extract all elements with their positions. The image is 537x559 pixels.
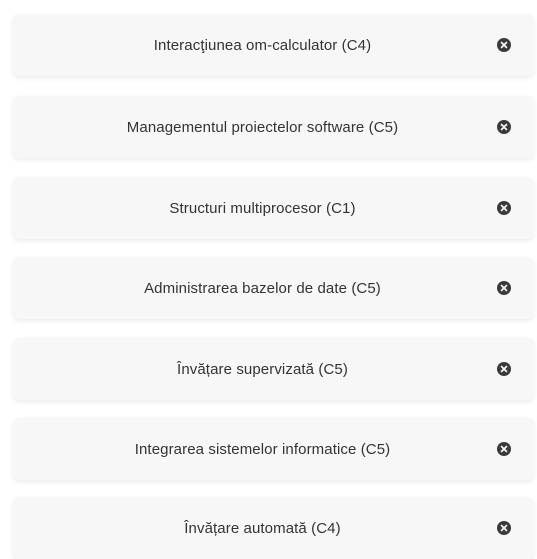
course-list: Interacţiunea om-calculator (C4) Managem… — [0, 0, 537, 559]
course-item: Învățare supervizată (C5) — [13, 338, 534, 400]
close-circle-icon[interactable] — [497, 38, 511, 52]
course-item: Integrarea sistemelor informatice (C5) — [13, 418, 534, 480]
close-circle-icon[interactable] — [497, 120, 511, 134]
close-circle-icon[interactable] — [497, 201, 511, 215]
course-label: Structuri multiprocesor (C1) — [169, 199, 356, 217]
course-item: Învățare automată (C4) — [13, 497, 534, 559]
course-item: Managementul proiectelor software (C5) — [13, 96, 534, 158]
course-item: Interacţiunea om-calculator (C4) — [13, 14, 534, 76]
course-label: Interacţiunea om-calculator (C4) — [153, 36, 372, 54]
course-label: Învățare automată (C4) — [184, 519, 341, 537]
close-circle-icon[interactable] — [497, 281, 511, 295]
course-item: Structuri multiprocesor (C1) — [13, 177, 534, 239]
course-label: Administrarea bazelor de date (C5) — [144, 279, 381, 297]
course-item: Administrarea bazelor de date (C5) — [13, 257, 534, 319]
course-label: Managementul proiectelor software (C5) — [126, 118, 399, 136]
close-circle-icon[interactable] — [497, 442, 511, 456]
close-circle-icon[interactable] — [497, 362, 511, 376]
course-label: Învățare supervizată (C5) — [177, 360, 348, 378]
close-circle-icon[interactable] — [497, 521, 511, 535]
course-label: Integrarea sistemelor informatice (C5) — [134, 440, 391, 458]
